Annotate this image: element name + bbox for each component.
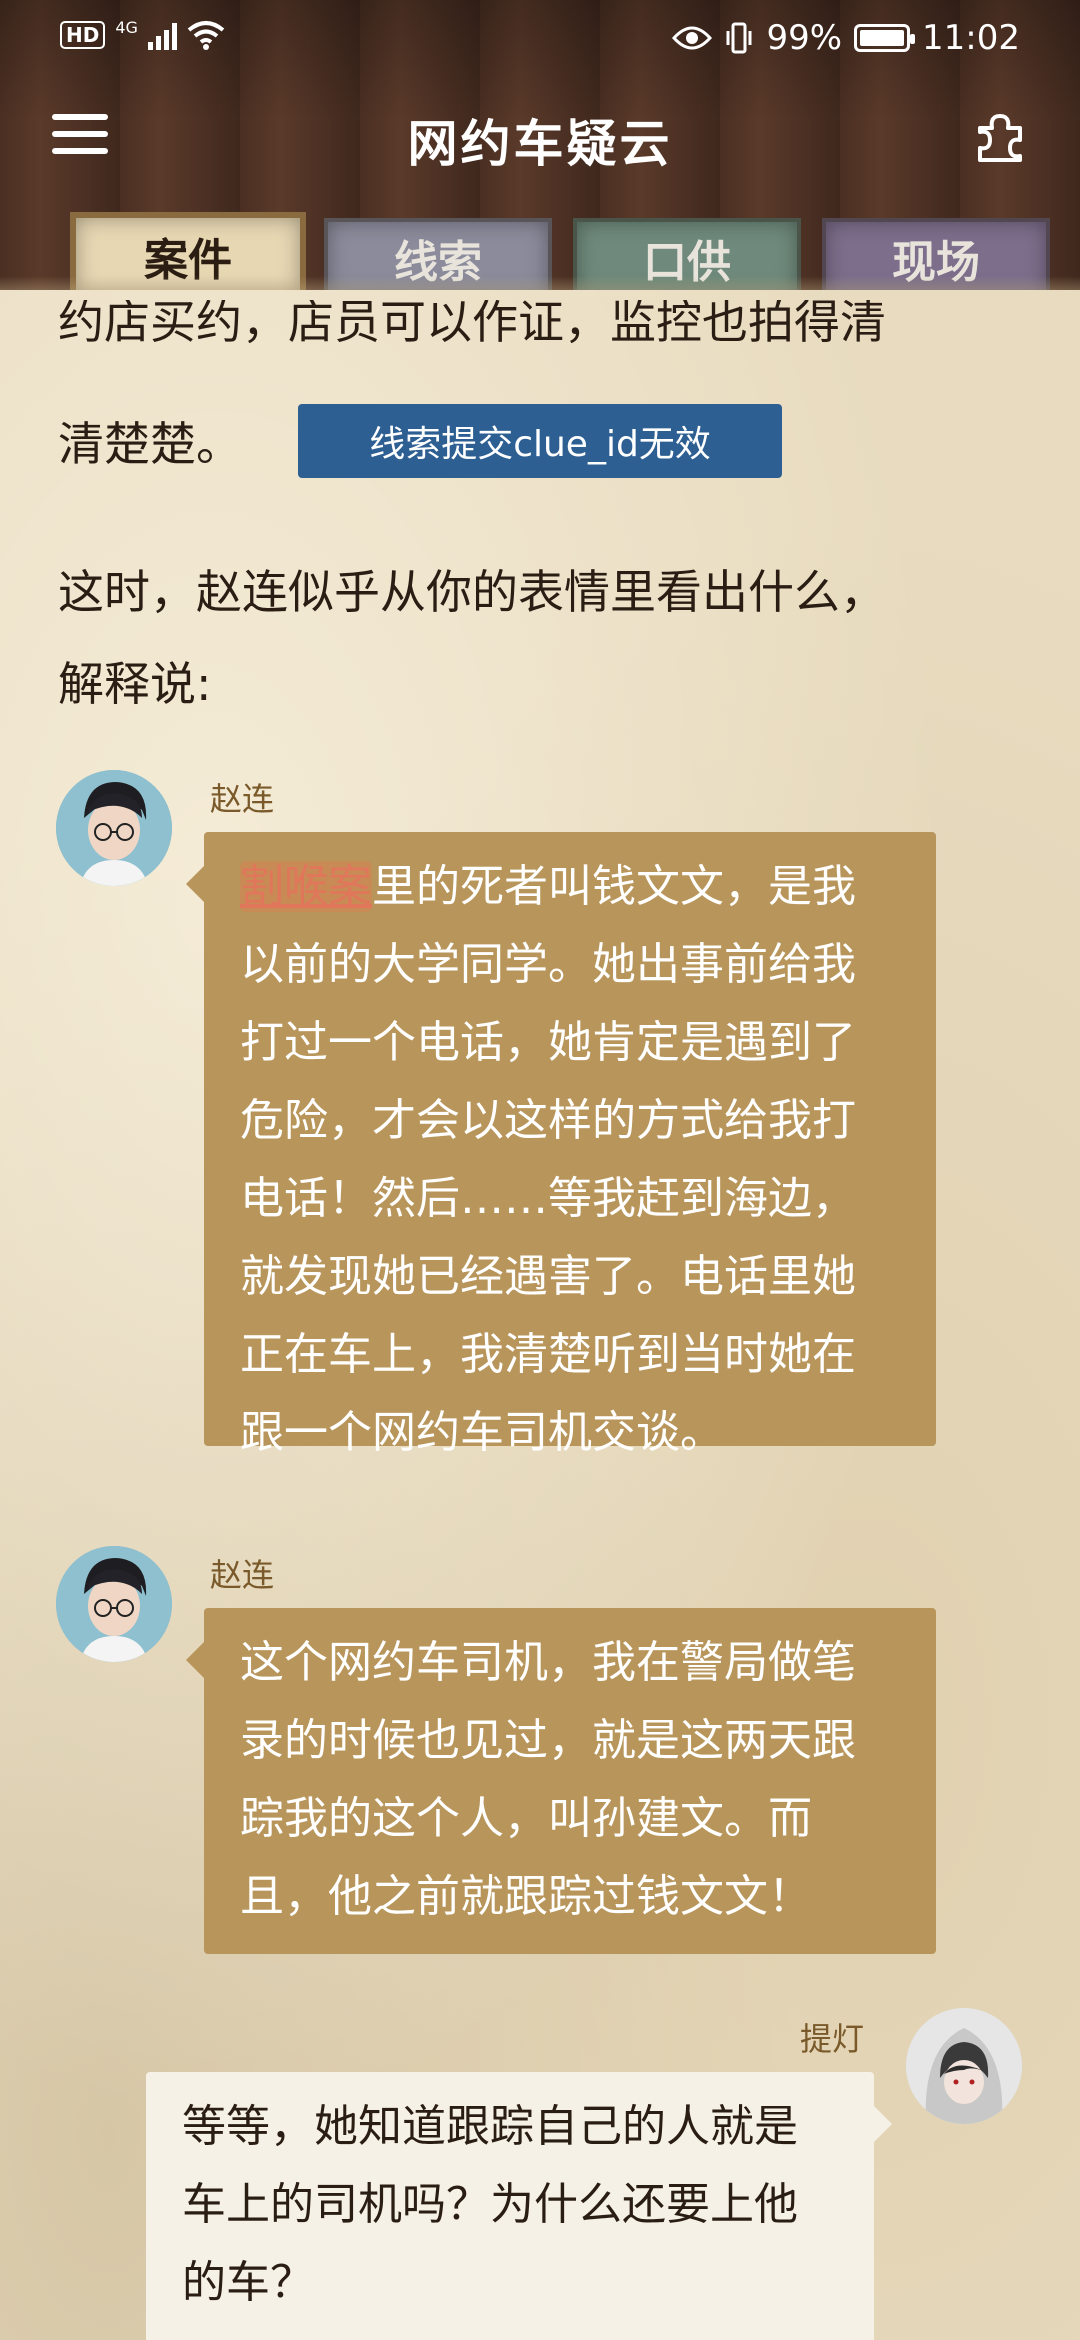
bubble-line: 车上的司机吗？为什么还要上他: [182, 2179, 798, 2230]
tab-case[interactable]: 案件: [70, 212, 306, 300]
bubble-line: 的车？: [182, 2257, 314, 2308]
bubble-line: 电话！然后……等我赶到海边，: [240, 1173, 856, 1224]
dialogue-bubble[interactable]: 这个网约车司机，我在警局做笔 录的时候也见过，就是这两天跟 踪我的这个人，叫孙建…: [186, 1608, 936, 1954]
status-left: HD 4G: [60, 17, 225, 50]
speaker-name: 赵连: [210, 780, 275, 818]
bubble-line: 录的时候也见过，就是这两天跟: [240, 1715, 856, 1766]
wifi-icon: [187, 21, 225, 50]
speaker-name: 赵连: [210, 1556, 275, 1594]
signal-icon: [147, 20, 177, 50]
narration-cut-line: 约店买约，店员可以作证，监控也拍得清: [58, 300, 886, 348]
narration-paragraph: 这时，赵连似乎从你的表情里看出什么， 解释说:: [58, 546, 886, 730]
avatar-zhaolian[interactable]: [56, 1546, 172, 1662]
battery-icon: [854, 24, 916, 52]
bubble-line: 这个网约车司机，我在警局做笔: [240, 1637, 856, 1688]
narration-paragraph-line: 解释说:: [58, 657, 212, 711]
header: HD 4G 99% 11:02 网约车疑云 案件 线索 口供 现场: [0, 0, 1080, 300]
network-type: 4G: [115, 17, 138, 37]
bubble-line: 且，他之前就跟踪过钱文文！: [240, 1871, 812, 1922]
puzzle-icon[interactable]: [972, 108, 1028, 164]
clock: 11:02: [922, 18, 1020, 58]
status-right: 99% 11:02: [672, 18, 1020, 58]
tab-scene[interactable]: 现场: [822, 218, 1050, 298]
avatar-zhaolian[interactable]: [56, 770, 172, 886]
bubble-line: 跟一个网约车司机交谈。: [240, 1407, 724, 1458]
player-dialogue-bubble[interactable]: 等等，她知道跟踪自己的人就是 车上的司机吗？为什么还要上他 的车？: [146, 2072, 892, 2340]
hd-badge: HD: [60, 21, 106, 49]
bubble-line: 危险，才会以这样的方式给我打: [240, 1095, 856, 1146]
page-title: 网约车疑云: [407, 115, 673, 173]
narration-line: 清楚楚。: [58, 417, 242, 471]
tab-bar: 案件 线索 口供 现场: [70, 212, 1050, 302]
battery-percent: 99%: [766, 18, 843, 58]
bubble-line: 就发现她已经遇害了。电话里她: [240, 1251, 856, 1302]
bubble-line: 踪我的这个人，叫孙建文。而: [240, 1793, 812, 1844]
story-content[interactable]: 约店买约，店员可以作证，监控也拍得清 清楚楚。 线索提交clue_id无效 这时…: [0, 300, 1080, 2340]
vibrate-icon: [726, 22, 752, 54]
narration-paragraph-line: 这时，赵连似乎从你的表情里看出什么，: [58, 565, 886, 619]
bubble-line: 以前的大学同学。她出事前给我: [240, 939, 856, 990]
dialogue-bubble[interactable]: 割喉案里的死者叫钱文文，是我 以前的大学同学。她出事前给我 打过一个电话，她肯定…: [186, 832, 936, 1458]
speaker-name: 提灯: [800, 2020, 865, 2058]
avatar-tideng[interactable]: [906, 2008, 1022, 2124]
clue-error-button[interactable]: 线索提交clue_id无效: [298, 404, 782, 478]
bubble-line: 打过一个电话，她肯定是遇到了: [240, 1017, 856, 1068]
bubble-line: 割喉案里的死者叫钱文文，是我: [240, 861, 856, 912]
keyword-link[interactable]: 割喉案: [240, 861, 372, 912]
tab-testimony[interactable]: 口供: [573, 218, 801, 298]
status-bar: HD 4G 99% 11:02: [0, 0, 1080, 80]
eye-icon: [672, 26, 713, 50]
tab-clues[interactable]: 线索: [324, 218, 552, 298]
bubble-line: 等等，她知道跟踪自己的人就是: [182, 2101, 798, 2152]
bubble-line: 正在车上，我清楚听到当时她在: [240, 1329, 856, 1380]
